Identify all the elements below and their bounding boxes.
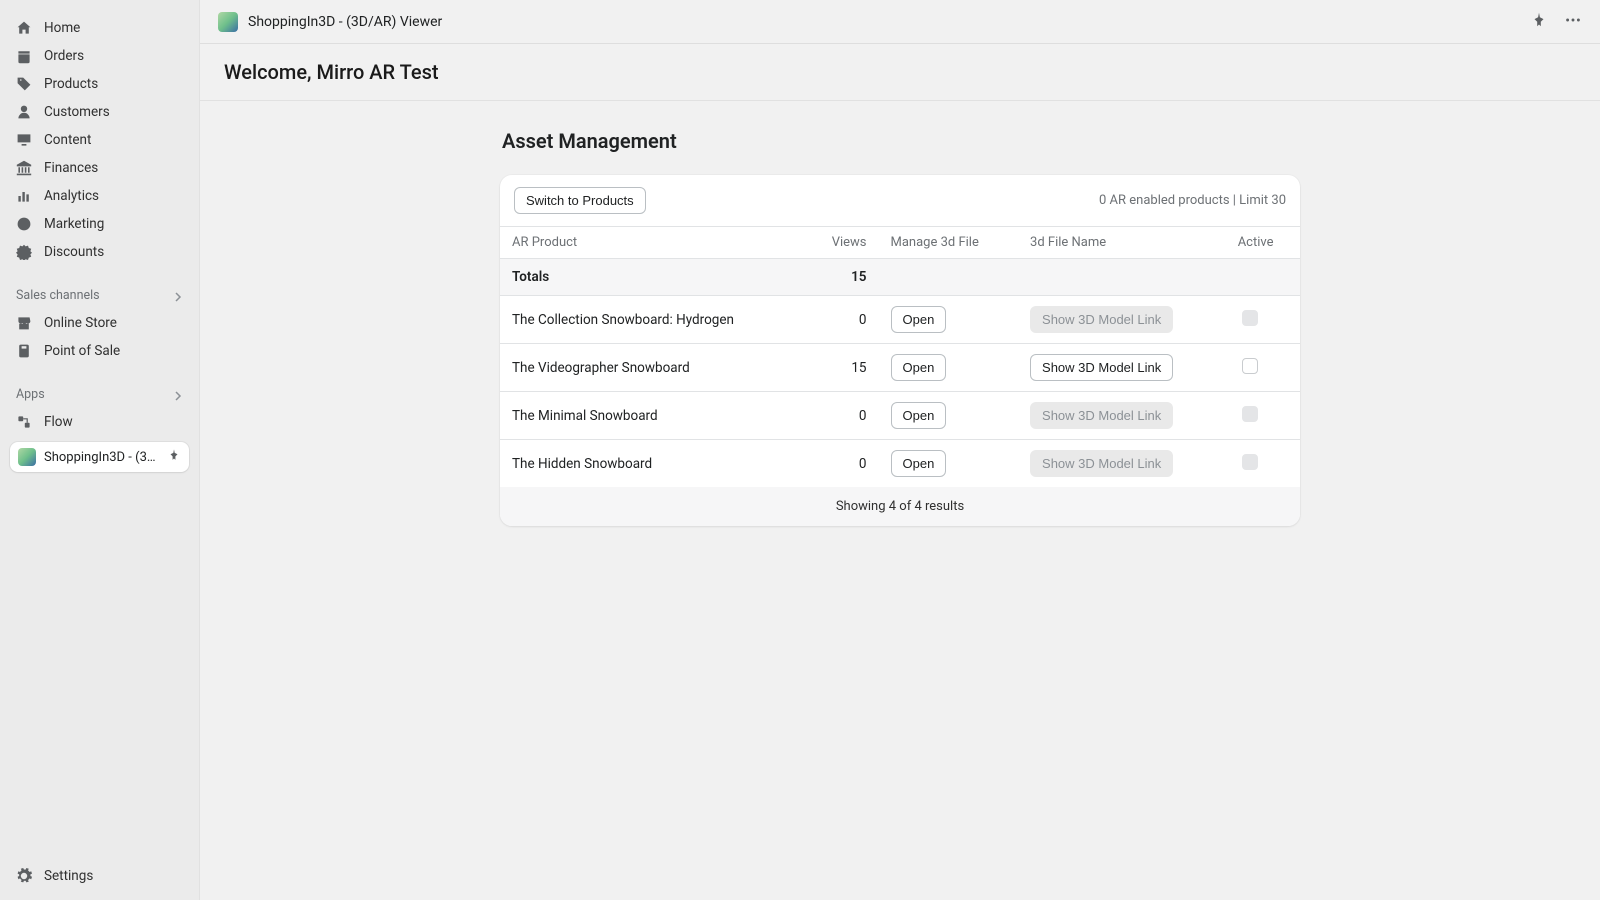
ar-status-text: 0 AR enabled products | Limit 30 (1099, 193, 1286, 208)
col-views: Views (805, 227, 878, 259)
nav-label: Home (44, 20, 80, 36)
views-cell: 0 (805, 392, 878, 440)
nav-home[interactable]: Home (0, 14, 199, 42)
nav-analytics[interactable]: Analytics (0, 182, 199, 210)
nav-settings[interactable]: Settings (0, 862, 199, 900)
col-manage: Manage 3d File (879, 227, 1019, 259)
col-filename: 3d File Name (1018, 227, 1226, 259)
monitor-icon (16, 132, 32, 148)
show-model-link-button: Show 3D Model Link (1030, 450, 1173, 477)
bank-icon (16, 160, 32, 176)
content-area: Asset Management Switch to Products 0 AR… (200, 101, 1600, 900)
views-cell: 0 (805, 296, 878, 344)
chevron-right-icon (173, 291, 183, 301)
topbar: ShoppingIn3D - (3D/AR) Viewer (200, 0, 1600, 44)
pin-icon[interactable] (1530, 11, 1548, 33)
open-button[interactable]: Open (891, 402, 947, 429)
nav-label: Marketing (44, 216, 104, 232)
nav-content[interactable]: Content (0, 126, 199, 154)
nav-label: Content (44, 132, 91, 148)
product-name: The Videographer Snowboard (500, 344, 805, 392)
product-name: The Minimal Snowboard (500, 392, 805, 440)
nav-label: Flow (44, 414, 73, 430)
main: ShoppingIn3D - (3D/AR) Viewer Welcome, M… (200, 0, 1600, 900)
nav-online-store[interactable]: Online Store (0, 309, 199, 337)
table-footer: Showing 4 of 4 results (500, 487, 1300, 526)
sidebar: Home Orders Products Customers Content F… (0, 0, 200, 900)
chart-bar-icon (16, 188, 32, 204)
pos-icon (16, 343, 32, 359)
pin-icon[interactable] (167, 448, 181, 466)
nav-flow[interactable]: Flow (0, 408, 199, 436)
nav-label: Customers (44, 104, 110, 120)
apps-header[interactable]: Apps (0, 379, 199, 408)
table-row: The Minimal Snowboard 0 Open Show 3D Mod… (500, 392, 1300, 440)
nav-products[interactable]: Products (0, 70, 199, 98)
nav-label: Orders (44, 48, 84, 64)
nav-label: Products (44, 76, 98, 92)
nav-label: Settings (44, 868, 93, 884)
flow-icon (16, 414, 32, 430)
product-name: The Hidden Snowboard (500, 440, 805, 488)
orders-icon (16, 48, 32, 64)
app-icon (218, 12, 238, 32)
show-model-link-button[interactable]: Show 3D Model Link (1030, 354, 1173, 381)
nav-marketing[interactable]: Marketing (0, 210, 199, 238)
active-checkbox (1242, 406, 1258, 422)
views-cell: 0 (805, 440, 878, 488)
tag-icon (16, 76, 32, 92)
nav-label: Finances (44, 160, 98, 176)
open-button[interactable]: Open (891, 450, 947, 477)
target-icon (16, 216, 32, 232)
active-checkbox (1242, 454, 1258, 470)
nav-label: Online Store (44, 315, 117, 331)
chevron-right-icon (173, 390, 183, 400)
discount-icon (16, 244, 32, 260)
col-active: Active (1226, 227, 1300, 259)
table-row: The Hidden Snowboard 0 Open Show 3D Mode… (500, 440, 1300, 488)
more-icon[interactable] (1564, 11, 1582, 33)
nav-pos[interactable]: Point of Sale (0, 337, 199, 365)
nav-label: Point of Sale (44, 343, 120, 359)
topbar-title: ShoppingIn3D - (3D/AR) Viewer (248, 14, 442, 30)
app-pill-label: ShoppingIn3D - (3D/A... (44, 450, 159, 465)
views-cell: 15 (805, 344, 878, 392)
current-app-pill[interactable]: ShoppingIn3D - (3D/A... (10, 442, 189, 472)
table-row: The Collection Snowboard: Hydrogen 0 Ope… (500, 296, 1300, 344)
store-icon (16, 315, 32, 331)
nav-customers[interactable]: Customers (0, 98, 199, 126)
page-title: Asset Management (502, 129, 1300, 153)
active-checkbox (1242, 310, 1258, 326)
asset-table: AR Product Views Manage 3d File 3d File … (500, 226, 1300, 487)
home-icon (16, 20, 32, 36)
table-row: The Videographer Snowboard 15 Open Show … (500, 344, 1300, 392)
show-model-link-button: Show 3D Model Link (1030, 402, 1173, 429)
nav-label: Analytics (44, 188, 99, 204)
gear-icon (16, 868, 32, 884)
nav-label: Discounts (44, 244, 104, 260)
sales-channels-header[interactable]: Sales channels (0, 280, 199, 309)
active-checkbox[interactable] (1242, 358, 1258, 374)
open-button[interactable]: Open (891, 354, 947, 381)
nav-discounts[interactable]: Discounts (0, 238, 199, 266)
switch-products-button[interactable]: Switch to Products (514, 187, 646, 214)
product-name: The Collection Snowboard: Hydrogen (500, 296, 805, 344)
nav-finances[interactable]: Finances (0, 154, 199, 182)
asset-card: Switch to Products 0 AR enabled products… (500, 175, 1300, 526)
show-model-link-button: Show 3D Model Link (1030, 306, 1173, 333)
row-totals: Totals 15 (500, 259, 1300, 296)
welcome-text: Welcome, Mirro AR Test (224, 60, 1576, 84)
person-icon (16, 104, 32, 120)
welcome-bar: Welcome, Mirro AR Test (200, 44, 1600, 101)
open-button[interactable]: Open (891, 306, 947, 333)
app-icon (18, 448, 36, 466)
nav-orders[interactable]: Orders (0, 42, 199, 70)
col-product: AR Product (500, 227, 805, 259)
